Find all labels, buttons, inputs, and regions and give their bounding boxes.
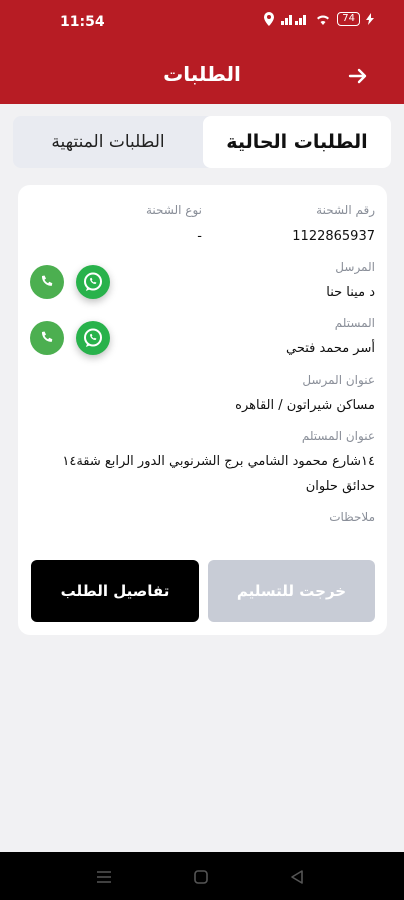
order-card: رقم الشحنة 1122865937 نوع الشحنة - المرس… bbox=[18, 185, 387, 635]
back-arrow-icon[interactable] bbox=[346, 64, 370, 88]
menu-icon[interactable] bbox=[96, 870, 112, 884]
order-details-button[interactable]: تفاصيل الطلب bbox=[31, 560, 199, 622]
location-icon bbox=[264, 12, 275, 26]
whatsapp-icon bbox=[84, 328, 102, 347]
receiver-whatsapp-button[interactable] bbox=[76, 321, 110, 355]
tab-current-orders[interactable]: الطلبات الحالية bbox=[203, 116, 391, 168]
app-bar: الطلبات bbox=[0, 52, 404, 104]
receiver-value: أسر محمد فتحي bbox=[285, 341, 375, 356]
notes-label: ملاحظات bbox=[329, 510, 375, 524]
status-time: 11:54 bbox=[60, 14, 105, 30]
system-nav-bar bbox=[0, 852, 404, 900]
receiver-address-label: عنوان المستلم bbox=[301, 429, 375, 443]
tab-finished-orders[interactable]: الطلبات المنتهية bbox=[13, 116, 203, 168]
out-for-delivery-button[interactable]: خرجت للتسليم bbox=[208, 560, 375, 622]
battery-icon: 74 bbox=[337, 12, 360, 26]
sender-phone-button[interactable] bbox=[30, 265, 64, 299]
receiver-address-line2: حدائق حلوان bbox=[305, 479, 375, 494]
wifi-icon bbox=[317, 15, 330, 25]
signal-icon bbox=[281, 15, 307, 25]
home-icon[interactable] bbox=[193, 869, 209, 885]
receiver-phone-button[interactable] bbox=[30, 321, 64, 355]
status-icons: 74 bbox=[263, 12, 374, 26]
whatsapp-icon bbox=[84, 272, 102, 291]
receiver-address-line1: ١٤شارع محمود الشامي برج الشرنوبي الدور ا… bbox=[62, 454, 375, 469]
shipment-number-value: 1122865937 bbox=[292, 229, 375, 244]
phone-icon bbox=[41, 331, 53, 342]
shipment-number-label: رقم الشحنة bbox=[316, 203, 375, 217]
status-bar: 11:54 74 bbox=[0, 0, 404, 52]
page-title: الطلبات bbox=[163, 62, 241, 86]
sender-address-value: مساكن شيراتون / القاهره bbox=[235, 398, 375, 413]
sender-address-label: عنوان المرسل bbox=[302, 373, 375, 387]
phone-icon bbox=[41, 275, 53, 286]
receiver-label: المستلم bbox=[334, 316, 375, 330]
charging-icon bbox=[366, 13, 374, 25]
sender-value: د مينا حنا bbox=[326, 285, 375, 300]
sender-whatsapp-button[interactable] bbox=[76, 265, 110, 299]
tab-bar: الطلبات الحالية الطلبات المنتهية bbox=[13, 116, 391, 168]
shipment-type-label: نوع الشحنة bbox=[145, 203, 202, 217]
shipment-type-value: - bbox=[197, 229, 202, 244]
sender-label: المرسل bbox=[335, 260, 375, 274]
back-icon[interactable] bbox=[290, 869, 304, 885]
